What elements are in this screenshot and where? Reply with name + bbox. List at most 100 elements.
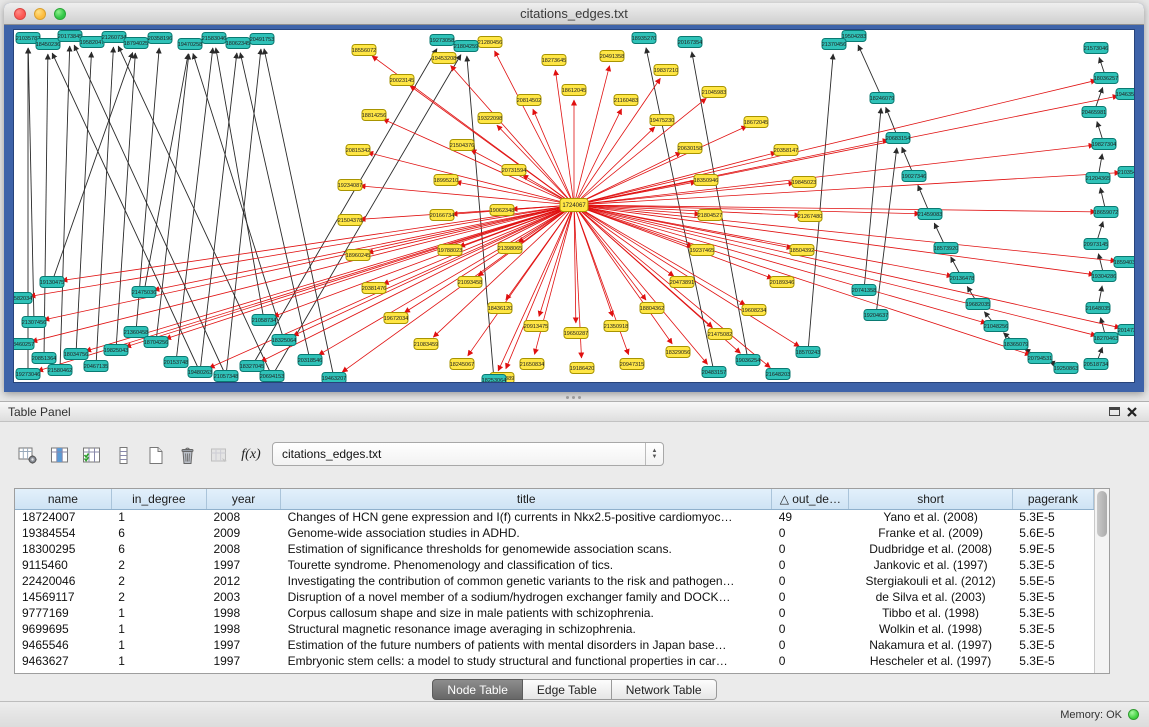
table-cell[interactable]: 1 xyxy=(111,605,206,621)
graph-node[interactable]: 21260734 xyxy=(102,32,126,43)
graph-node[interactable]: 18062345 xyxy=(226,38,250,49)
graph-node[interactable]: 20851364 xyxy=(32,353,56,364)
table-cell[interactable]: 9115460 xyxy=(15,557,111,573)
table-cell[interactable]: Stergiakouli et al. (2012) xyxy=(849,573,1012,589)
table-cell[interactable]: 2 xyxy=(111,573,206,589)
graph-node[interactable]: 21648035 xyxy=(1086,303,1110,314)
graph-node[interactable]: 19682035 xyxy=(966,299,990,310)
graph-node[interactable]: 21204365 xyxy=(1086,173,1110,184)
table-cell[interactable]: Corpus callosum shape and size in male p… xyxy=(281,605,772,621)
table-cell[interactable]: Hescheler et al. (1997) xyxy=(849,653,1012,669)
graph-node[interactable]: 21475082 xyxy=(708,329,732,340)
close-panel-icon[interactable] xyxy=(1123,404,1141,420)
graph-node[interactable]: 18794025 xyxy=(124,38,148,49)
table-cell[interactable]: 2 xyxy=(111,589,206,605)
graph-node[interactable]: 18556072 xyxy=(352,45,376,56)
graph-node[interactable]: 20465981 xyxy=(1082,107,1106,118)
network-canvas[interactable]: 1724067186120452081450219322098215043761… xyxy=(13,29,1135,383)
table-cell[interactable]: 2008 xyxy=(206,509,280,525)
graph-node[interactable]: 19582047 xyxy=(80,37,104,48)
network-table-select[interactable]: citations_edges.txt ▲▼ xyxy=(272,442,664,466)
table-cell[interactable]: 19384554 xyxy=(15,525,111,541)
graph-node[interactable]: 18504392 xyxy=(790,245,814,256)
graph-node[interactable]: 21048256 xyxy=(984,321,1008,332)
table-row[interactable]: 969969511998Structural magnetic resonanc… xyxy=(15,621,1094,637)
graph-node[interactable]: 19582034 xyxy=(14,293,32,304)
graph-node[interactable]: 21057348 xyxy=(214,371,238,382)
graph-node[interactable]: 20741358 xyxy=(852,285,876,296)
table-cell[interactable]: Investigating the contribution of common… xyxy=(281,573,772,589)
graph-node[interactable]: 19237465 xyxy=(690,245,714,256)
graph-node[interactable]: 20483157 xyxy=(702,367,726,378)
float-panel-icon[interactable] xyxy=(1105,404,1123,420)
graph-node[interactable]: 21160483 xyxy=(614,95,638,106)
graph-node[interactable]: 18253064 xyxy=(482,375,506,384)
graph-node[interactable]: 21370456 xyxy=(822,39,846,50)
table-cell[interactable]: 0 xyxy=(772,653,849,669)
table-cell[interactable]: Embryonic stem cells: a model to study s… xyxy=(281,653,772,669)
graph-node[interactable]: 19036254 xyxy=(736,355,760,366)
graph-node[interactable]: 20913475 xyxy=(524,321,548,332)
graph-node[interactable]: 18594036 xyxy=(1114,257,1135,268)
column-header-title[interactable]: title xyxy=(281,489,772,509)
graph-node[interactable]: 20166734 xyxy=(430,210,454,221)
table-row[interactable]: 946554611997Estimation of the future num… xyxy=(15,637,1094,653)
table-cell[interactable]: 1998 xyxy=(206,621,280,637)
table-cell[interactable]: 9777169 xyxy=(15,605,111,621)
row-options-icon[interactable] xyxy=(110,442,136,468)
table-row[interactable]: 1938455462009Genome-wide association stu… xyxy=(15,525,1094,541)
graph-node[interactable]: 20318546 xyxy=(298,355,322,366)
graph-node[interactable]: 19453208 xyxy=(432,53,456,64)
table-cell[interactable]: 5.3E-5 xyxy=(1012,653,1093,669)
zoom-window-button[interactable] xyxy=(54,8,66,20)
new-table-icon[interactable] xyxy=(142,442,168,468)
table-cell[interactable]: 0 xyxy=(772,637,849,653)
graph-node[interactable]: 18450236 xyxy=(36,39,60,50)
table-cell[interactable]: Nakamura et al. (1997) xyxy=(849,637,1012,653)
table-cell[interactable]: 0 xyxy=(772,525,849,541)
table-cell[interactable]: Franke et al. (2009) xyxy=(849,525,1012,541)
graph-node[interactable]: 21804259 xyxy=(454,41,478,52)
column-header-name[interactable]: name xyxy=(15,489,111,509)
table-row[interactable]: 1872400712008Changes of HCN gene express… xyxy=(15,509,1094,525)
delete-table-icon[interactable] xyxy=(174,442,200,468)
graph-node[interactable]: 19825043 xyxy=(104,345,128,356)
graph-node[interactable]: 20147358 xyxy=(1118,325,1135,336)
table-cell[interactable]: Tourette syndrome. Phenomenology and cla… xyxy=(281,557,772,573)
table-cell[interactable]: 5.3E-5 xyxy=(1012,605,1093,621)
table-cell[interactable]: 18300295 xyxy=(15,541,111,557)
graph-node[interactable]: 19304286 xyxy=(1092,271,1116,282)
table-cell[interactable]: Changes of HCN gene expression and I(f) … xyxy=(281,509,772,525)
graph-node[interactable]: 19186420 xyxy=(570,363,594,374)
table-cell[interactable]: 2012 xyxy=(206,573,280,589)
table-settings-icon[interactable] xyxy=(14,442,40,468)
table-cell[interactable]: Estimation of the future numbers of pati… xyxy=(281,637,772,653)
graph-node[interactable]: 19475230 xyxy=(650,115,674,126)
graph-node[interactable]: 18245067 xyxy=(450,359,474,370)
graph-node[interactable]: 21307456 xyxy=(22,317,46,328)
table-cell[interactable]: 14569117 xyxy=(15,589,111,605)
graph-node[interactable]: 18960245 xyxy=(346,250,370,261)
graph-node[interactable]: 19827304 xyxy=(1092,139,1116,150)
graph-node[interactable]: 20814502 xyxy=(517,95,541,106)
column-header-out_de[interactable]: △ out_de… xyxy=(772,489,849,509)
show-columns-icon[interactable] xyxy=(46,442,72,468)
graph-node[interactable]: 21045983 xyxy=(702,87,726,98)
table-cell[interactable]: 9699695 xyxy=(15,621,111,637)
graph-node[interactable]: 21475036 xyxy=(132,287,156,298)
graph-node[interactable]: 19788023 xyxy=(438,245,462,256)
graph-node[interactable]: 20973145 xyxy=(1084,239,1108,250)
graph-node[interactable]: 18570243 xyxy=(796,347,820,358)
graph-node[interactable]: 20189346 xyxy=(770,277,794,288)
table-cell[interactable]: 0 xyxy=(772,541,849,557)
graph-node[interactable]: 20381476 xyxy=(362,283,386,294)
table-cell[interactable]: 1 xyxy=(111,509,206,525)
table-cell[interactable]: Genome-wide association studies in ADHD. xyxy=(281,525,772,541)
graph-node[interactable]: 20173845 xyxy=(58,31,82,42)
graph-node[interactable]: 19608234 xyxy=(742,305,766,316)
import-table-icon[interactable] xyxy=(206,442,232,468)
graph-node[interactable]: 20815342 xyxy=(346,145,370,156)
graph-node[interactable]: 20023145 xyxy=(390,75,414,86)
graph-node[interactable]: 20491358 xyxy=(600,51,624,62)
tab-node-table[interactable]: Node Table xyxy=(432,679,523,700)
